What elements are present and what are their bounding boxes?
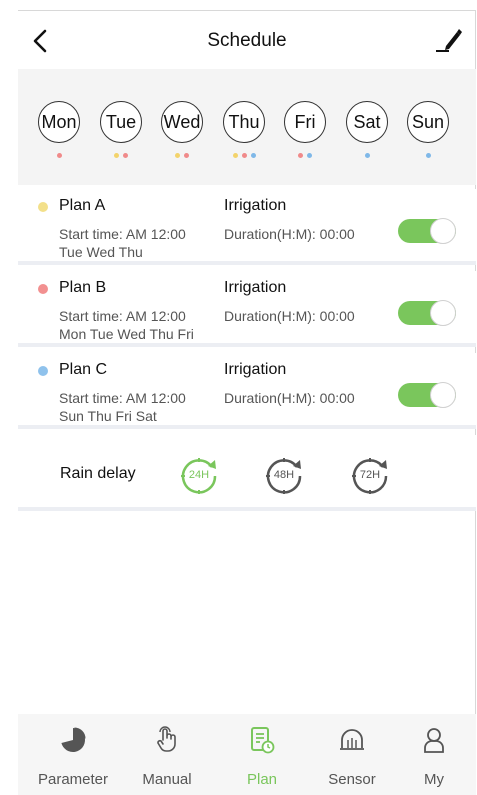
day-label: Sun [407,101,449,143]
day-plan-dots [284,153,326,158]
plan-indicator-dot [241,153,247,158]
rain-delay-label: Rain delay [60,465,136,482]
day-tue[interactable]: Tue [100,101,142,158]
app-frame: Schedule Mon Tue Wed Thu Fri Sat Sun Pla… [18,10,476,795]
rain-delay-option-label: 48H [273,469,295,481]
plan-indicator-dot [114,153,119,158]
plan-indicator-dot [123,153,128,158]
plan-enable-toggle[interactable] [398,300,456,326]
day-plan-dots [223,153,265,158]
plan-start-time: Start time: AM 12:00 [59,226,186,242]
header: Schedule [18,11,476,69]
day-plan-dots [38,153,80,158]
hand-pointer-icon [157,726,176,752]
plan-days: Tue Wed Thu [59,244,143,260]
rain-delay-48h-button[interactable]: 48H [263,455,305,497]
plan-enable-toggle[interactable] [398,218,456,244]
plan-indicator-dot [175,153,180,158]
day-label: Tue [100,101,142,143]
plan-type: Irrigation [224,361,287,378]
plan-indicator-dot [184,153,189,158]
day-label: Fri [284,101,326,143]
plan-duration: Duration(H:M): 00:00 [224,226,355,242]
day-plan-dots [100,153,142,158]
sensor-dome-icon [340,729,364,750]
day-thu[interactable]: Thu [223,101,265,158]
day-mon[interactable]: Mon [38,101,80,158]
plan-duration: Duration(H:M): 00:00 [224,390,355,406]
rain-delay-row: Rain delay 24H 48H 72H [18,435,476,511]
plan-days: Sun Thu Fri Sat [59,408,157,424]
plan-duration: Duration(H:M): 00:00 [224,308,355,324]
toggle-knob [430,300,456,326]
bottom-nav: Parameter Manual Plan Sensor My [18,714,476,795]
day-plan-dots [346,153,388,158]
nav-parameter[interactable]: Parameter [33,714,113,795]
plan-indicator-dot [307,153,312,158]
plan-name: Plan B [59,279,107,296]
day-label: Wed [161,101,203,143]
plan-name: Plan C [59,361,108,378]
plan-calendar-icon [251,727,275,754]
nav-my[interactable]: My [394,714,474,795]
toggle-knob [430,382,456,408]
plan-type: Irrigation [224,279,287,296]
plan-row[interactable]: Plan B Start time: AM 12:00 Mon Tue Wed … [18,271,476,347]
plan-indicator-dot [250,153,256,158]
nav-label: My [424,771,444,788]
plan-indicator-dot [56,153,62,158]
day-label: Sat [346,101,388,143]
day-label: Thu [223,101,265,143]
plan-enable-toggle[interactable] [398,382,456,408]
plan-days: Mon Tue Wed Thu Fri [59,326,194,342]
day-fri[interactable]: Fri [284,101,326,158]
nav-plan[interactable]: Plan [222,714,302,795]
nav-label: Sensor [328,771,376,788]
nav-manual[interactable]: Manual [127,714,207,795]
plan-name: Plan A [59,197,106,214]
weekday-selector: Mon Tue Wed Thu Fri Sat Sun [18,69,476,185]
rain-delay-option-label: 72H [359,469,381,481]
plan-indicator-dot [298,153,303,158]
pie-chart-icon [61,727,86,752]
plan-indicator-dot [232,153,238,158]
plan-start-time: Start time: AM 12:00 [59,308,186,324]
nav-label: Plan [246,771,278,788]
day-plan-dots [407,153,449,158]
rain-delay-option-label: 24H [188,469,210,481]
toggle-knob [430,218,456,244]
nav-label: Parameter [37,771,109,788]
plan-start-time: Start time: AM 12:00 [59,390,186,406]
plan-row[interactable]: Plan C Start time: AM 12:00 Sun Thu Fri … [18,353,476,429]
user-icon [424,728,444,753]
plan-color-dot [38,366,48,376]
day-plan-dots [161,153,203,158]
edit-pencil-icon[interactable] [434,26,462,54]
day-label: Mon [38,101,80,143]
nav-sensor[interactable]: Sensor [312,714,392,795]
page-title: Schedule [207,30,287,51]
rain-delay-24h-button[interactable]: 24H [178,455,220,497]
day-sat[interactable]: Sat [346,101,388,158]
plan-color-dot [38,284,48,294]
rain-delay-72h-button[interactable]: 72H [349,455,391,497]
plan-row[interactable]: Plan A Start time: AM 12:00 Tue Wed Thu … [18,189,476,265]
plan-color-dot [38,202,48,212]
plan-indicator-dot [364,153,370,158]
nav-label: Manual [142,771,192,788]
day-sun[interactable]: Sun [407,101,449,158]
plan-type: Irrigation [224,197,287,214]
plan-indicator-dot [425,153,431,158]
day-wed[interactable]: Wed [161,101,203,158]
